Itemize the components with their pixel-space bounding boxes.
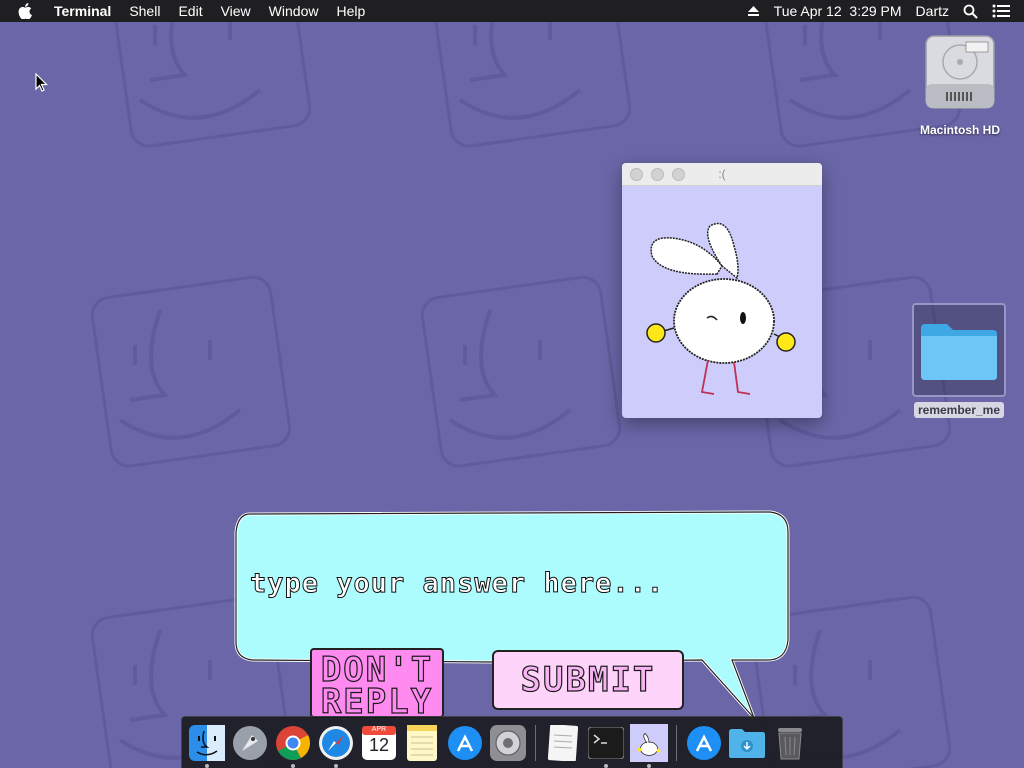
dock-notes[interactable] — [403, 723, 441, 763]
menu-edit[interactable]: Edit — [178, 3, 202, 19]
launchpad-icon — [233, 725, 267, 760]
chrome-icon — [276, 725, 310, 760]
dock-separator — [676, 724, 677, 761]
desktop-icon-label: remember_me — [913, 402, 1005, 418]
submit-button[interactable]: SUBMIT — [492, 650, 684, 710]
desktop-icon-macintosh-hd[interactable]: Macintosh HD — [908, 32, 1012, 137]
dock-app-store-downloads[interactable] — [685, 723, 723, 763]
hard-drive-icon — [925, 35, 995, 109]
dock-launchpad[interactable] — [231, 723, 269, 763]
dock-system-preferences[interactable] — [489, 723, 527, 763]
mouse-cursor-icon — [35, 73, 48, 92]
submit-label: SUBMIT — [520, 659, 656, 700]
desktop-icon-label: Macintosh HD — [919, 123, 1000, 137]
apple-menu-icon[interactable] — [18, 3, 38, 19]
desktop-icon-remember-me-folder[interactable]: remember_me — [905, 303, 1013, 419]
dont-reply-button[interactable]: DON'T REPLY — [310, 648, 444, 718]
dock-app-store[interactable] — [446, 723, 484, 763]
app-store-downloads-icon — [687, 725, 721, 760]
bunny-app-icon — [630, 723, 668, 762]
menubar-clock[interactable]: Tue Apr 12 3:29 PM — [774, 3, 902, 19]
answer-input[interactable] — [248, 522, 772, 644]
notification-center-icon[interactable] — [992, 4, 1010, 18]
window-titlebar[interactable]: :( — [622, 163, 822, 186]
bunny-character-image — [646, 222, 796, 395]
eject-icon[interactable] — [747, 5, 760, 17]
dock-downloads-folder[interactable] — [728, 723, 766, 763]
menu-app-name[interactable]: Terminal — [54, 3, 111, 19]
dock-safari[interactable] — [317, 723, 355, 768]
dock-finder[interactable] — [188, 723, 226, 768]
menu-help[interactable]: Help — [336, 3, 365, 19]
downloads-folder-icon — [729, 728, 765, 758]
menu-shell[interactable]: Shell — [129, 3, 160, 19]
dock-chrome[interactable] — [274, 723, 312, 768]
bunny-window[interactable]: :( — [622, 163, 822, 418]
menubar-user[interactable]: Dartz — [916, 3, 949, 19]
dock-textedit[interactable] — [544, 723, 582, 763]
dont-reply-label: DON'T REPLY — [320, 650, 434, 718]
folder-icon — [921, 324, 997, 380]
calendar-day: 12 — [368, 734, 390, 755]
dock-trash[interactable] — [771, 723, 809, 763]
dock-separator — [535, 724, 536, 761]
menu-bar: Terminal Shell Edit View Window Help Tue… — [0, 0, 1024, 22]
finder-icon — [189, 724, 225, 761]
terminal-icon — [588, 726, 624, 759]
textedit-icon — [547, 724, 579, 761]
spotlight-search-icon[interactable] — [963, 4, 978, 19]
safari-icon — [319, 725, 353, 760]
dock-terminal[interactable] — [587, 723, 625, 768]
dock-bunny-app[interactable] — [630, 723, 668, 768]
dock: APR 12 — [181, 716, 843, 768]
selection-highlight — [912, 303, 1006, 397]
app-store-icon — [448, 725, 482, 760]
menu-view[interactable]: View — [221, 3, 251, 19]
window-title: :( — [718, 167, 726, 181]
calendar-month: APR — [371, 725, 387, 733]
notes-icon — [407, 724, 437, 761]
system-preferences-icon — [490, 724, 526, 761]
trash-icon — [778, 727, 802, 759]
menu-window[interactable]: Window — [269, 3, 319, 19]
dock-calendar[interactable]: APR 12 — [360, 723, 398, 763]
